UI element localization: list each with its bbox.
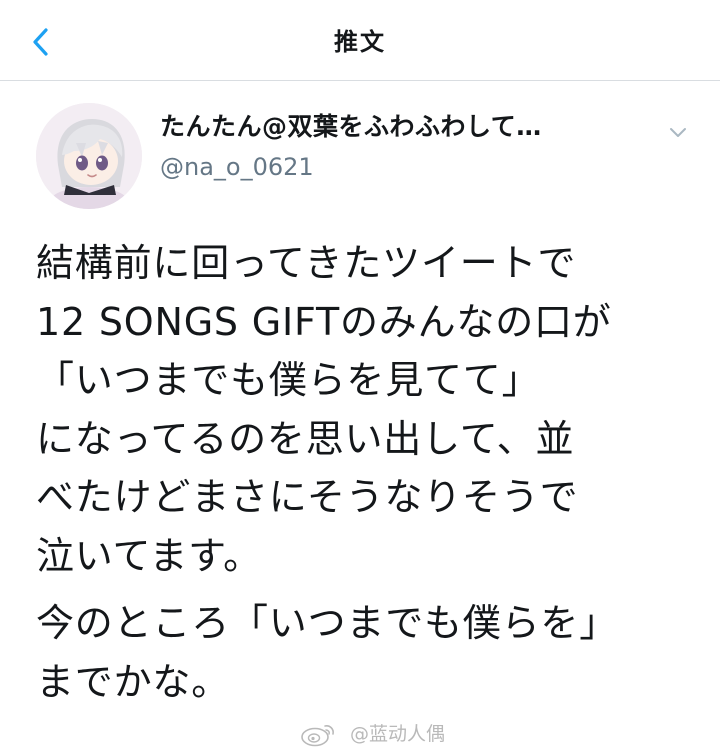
tweet-menu-button[interactable] [664, 121, 692, 143]
chevron-down-icon [670, 128, 686, 137]
tweet-line: になってるのを思い出して、並 [36, 416, 575, 461]
avatar[interactable] [36, 103, 142, 209]
author-info[interactable]: たんたん@双葉をふわふわして… @na_o_0621 [160, 108, 640, 184]
tweet-line: 今のところ「いつまでも僕らを」 [36, 601, 619, 645]
tweet-line: 結構前に回ってきたツイートで [36, 241, 577, 285]
author-display-name[interactable]: たんたん@双葉をふわふわして… [160, 108, 640, 146]
page-title: 推文 [334, 28, 386, 56]
tweet-line: 「いつまでも僕らを見てて」 [36, 358, 541, 402]
watermark: @蓝动人偶 [298, 719, 445, 747]
tweet-text: 結構前に回ってきたツイートで 12 SONGS GIFTのみんなの口が 「いつま… [36, 234, 696, 711]
weibo-logo-icon [301, 724, 334, 746]
tweet-line: 泣いてます。 [36, 533, 262, 578]
watermark-text: @蓝动人偶 [350, 722, 446, 745]
avatar-plush-icon [36, 103, 142, 209]
author-handle[interactable]: @na_o_0621 [160, 150, 640, 184]
tweet-line: べたけどまさにそうなりそうで [36, 475, 579, 519]
top-navbar: 推文 [0, 0, 720, 81]
tweet-header: たんたん@双葉をふわふわして… @na_o_0621 [0, 81, 720, 211]
tweet-line: までかな。 [36, 659, 231, 704]
tweet-paragraph: 今のところ「いつまでも僕らを」 までかな。 [36, 594, 696, 711]
tweet-line: 12 SONGS GIFTのみんなの口が [36, 299, 612, 344]
tweet-paragraph: 結構前に回ってきたツイートで 12 SONGS GIFTのみんなの口が 「いつま… [36, 234, 696, 585]
